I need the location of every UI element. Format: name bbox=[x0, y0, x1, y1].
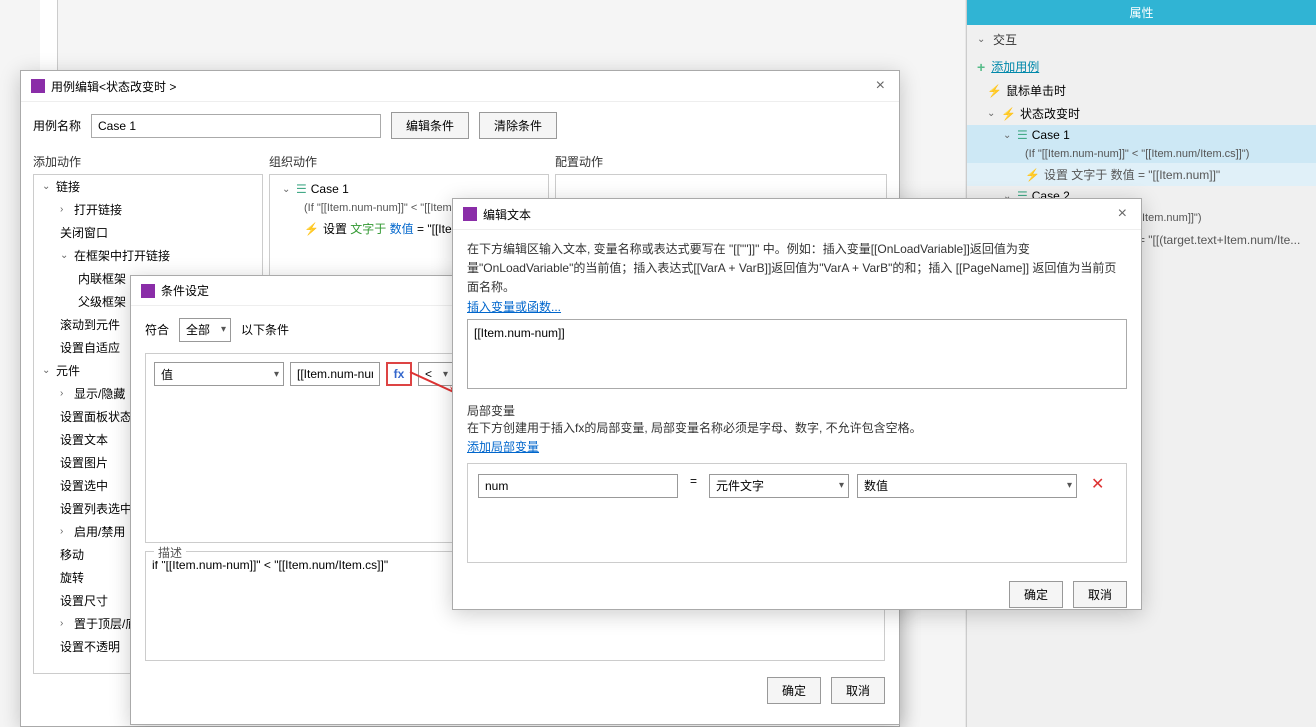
tree-parent-frame[interactable]: 父级框架 bbox=[78, 293, 126, 310]
tree-set-text[interactable]: 设置文本 bbox=[60, 431, 108, 448]
local-var-type-select[interactable]: 元件文字 bbox=[709, 474, 849, 498]
help-text: 在下方编辑区输入文本, 变量名称或表达式要写在 "[[""]]" 中。例如：插入… bbox=[467, 240, 1127, 298]
fx-button[interactable]: fx bbox=[386, 362, 412, 386]
action-label: 设置 文字于 数值 = "[[Item.num]]" bbox=[1044, 166, 1220, 183]
dialog-title: 用例编辑<状态改变时 > bbox=[51, 78, 176, 95]
event-label: 状态改变时 bbox=[1020, 105, 1080, 122]
description-label: 描述 bbox=[154, 544, 186, 561]
add-case-label: 添加用例 bbox=[991, 58, 1039, 75]
bolt-icon: ⚡ bbox=[1001, 107, 1016, 121]
ok-button[interactable]: 确定 bbox=[767, 677, 821, 704]
edit-condition-button[interactable]: 编辑条件 bbox=[391, 112, 469, 139]
case-icon: ☰ bbox=[1017, 128, 1028, 142]
plus-icon: + bbox=[977, 59, 985, 75]
local-var-help: 在下方创建用于插入fx的局部变量, 局部变量名称必须是字母、数字, 不允许包含空… bbox=[467, 419, 1127, 438]
tree-rotate[interactable]: 旋转 bbox=[60, 569, 84, 586]
app-icon bbox=[141, 284, 155, 298]
cancel-button[interactable]: 取消 bbox=[1073, 581, 1127, 608]
cancel-button[interactable]: 取消 bbox=[831, 677, 885, 704]
tree-enable[interactable]: 启用/禁用 bbox=[74, 523, 125, 540]
chevron-icon: ⌄ bbox=[987, 108, 997, 119]
tree-links[interactable]: 链接 bbox=[56, 178, 80, 195]
dialog-title: 条件设定 bbox=[161, 282, 209, 299]
tree-set-selected[interactable]: 设置选中 bbox=[60, 477, 108, 494]
local-var-target-select[interactable]: 数值 bbox=[857, 474, 1077, 498]
chevron-icon: ⌄ bbox=[1003, 130, 1013, 141]
expression-textarea[interactable]: [[Item.num-num]] bbox=[467, 319, 1127, 389]
tree-scroll-to[interactable]: 滚动到元件 bbox=[60, 316, 120, 333]
local-var-title: 局部变量 bbox=[467, 402, 1127, 419]
event-mouse-click[interactable]: ⚡ 鼠标单击时 bbox=[967, 79, 1316, 102]
edit-text-dialog: 编辑文本 × 在下方编辑区输入文本, 变量名称或表达式要写在 "[[""]]" … bbox=[452, 198, 1142, 610]
match-label: 符合 bbox=[145, 321, 169, 338]
tree-close-window[interactable]: 关闭窗口 bbox=[60, 224, 108, 241]
operator-select[interactable]: < bbox=[418, 362, 453, 386]
org-case-label: Case 1 bbox=[311, 182, 349, 196]
tree-set-size[interactable]: 设置尺寸 bbox=[60, 592, 108, 609]
delete-var-icon[interactable]: ✕ bbox=[1085, 474, 1110, 494]
tree-show-hide[interactable]: 显示/隐藏 bbox=[74, 385, 125, 402]
org-action-header: 组织动作 bbox=[269, 149, 549, 174]
panel-tab-properties[interactable]: 属性 bbox=[967, 0, 1316, 25]
cfg-action-header: 配置动作 bbox=[555, 149, 887, 174]
chevron-down-icon: ⌄ bbox=[977, 34, 987, 45]
event-label: 鼠标单击时 bbox=[1006, 82, 1066, 99]
insert-variable-link[interactable]: 插入变量或函数... bbox=[467, 300, 561, 314]
left-value-input[interactable] bbox=[290, 362, 380, 386]
tree-set-panel[interactable]: 设置面板状态 bbox=[60, 408, 132, 425]
tree-open-in-frame[interactable]: 在框架中打开链接 bbox=[74, 247, 170, 264]
tree-adaptive[interactable]: 设置自适应 bbox=[60, 339, 120, 356]
app-icon bbox=[31, 79, 45, 93]
interactions-section-header[interactable]: ⌄ 交互 bbox=[967, 25, 1316, 54]
case-1-condition[interactable]: (If "[[Item.num-num]]" < "[[Item.num/Ite… bbox=[967, 145, 1316, 163]
tree-set-opacity[interactable]: 设置不透明 bbox=[60, 638, 120, 655]
case-name-label: 用例名称 bbox=[33, 117, 81, 134]
match-select[interactable]: 全部 bbox=[179, 318, 231, 342]
close-icon[interactable]: × bbox=[872, 77, 889, 95]
add-local-var-link[interactable]: 添加局部变量 bbox=[467, 440, 539, 454]
bolt-icon: ⚡ bbox=[987, 84, 1002, 98]
local-var-row: = 元件文字 数值 ✕ bbox=[467, 463, 1127, 563]
bolt-icon: ⚡ bbox=[1025, 168, 1040, 182]
org-action-text: 设置 文字于 数值 = "[[Item... bbox=[323, 220, 472, 237]
tree-set-image[interactable]: 设置图片 bbox=[60, 454, 108, 471]
local-var-name-input[interactable] bbox=[478, 474, 678, 498]
case-label: Case 1 bbox=[1032, 128, 1070, 142]
event-state-change[interactable]: ⌄ ⚡ 状态改变时 bbox=[967, 102, 1316, 125]
case-1-action[interactable]: ⚡ 设置 文字于 数值 = "[[Item.num]]" bbox=[967, 163, 1316, 186]
section-label: 交互 bbox=[993, 31, 1017, 48]
left-type-select[interactable]: 值 bbox=[154, 362, 284, 386]
tree-move[interactable]: 移动 bbox=[60, 546, 84, 563]
close-icon[interactable]: × bbox=[1114, 205, 1131, 223]
equals-label: = bbox=[686, 474, 701, 488]
tree-set-list[interactable]: 设置列表选中 bbox=[60, 500, 132, 517]
edit-text-titlebar[interactable]: 编辑文本 × bbox=[453, 199, 1141, 230]
following-label: 以下条件 bbox=[241, 321, 289, 338]
dialog-title: 编辑文本 bbox=[483, 206, 531, 223]
case-name-input[interactable] bbox=[91, 114, 381, 138]
clear-condition-button[interactable]: 清除条件 bbox=[479, 112, 557, 139]
tree-widgets[interactable]: 元件 bbox=[56, 362, 80, 379]
tree-inline-frame[interactable]: 内联框架 bbox=[78, 270, 126, 287]
case-editor-titlebar[interactable]: 用例编辑<状态改变时 > × bbox=[21, 71, 899, 102]
ok-button[interactable]: 确定 bbox=[1009, 581, 1063, 608]
add-case-link[interactable]: + 添加用例 bbox=[967, 54, 1316, 79]
tree-open-link[interactable]: 打开链接 bbox=[74, 201, 122, 218]
app-icon bbox=[463, 207, 477, 221]
add-action-header: 添加动作 bbox=[33, 149, 263, 174]
case-1-node[interactable]: ⌄ ☰ Case 1 bbox=[967, 125, 1316, 145]
